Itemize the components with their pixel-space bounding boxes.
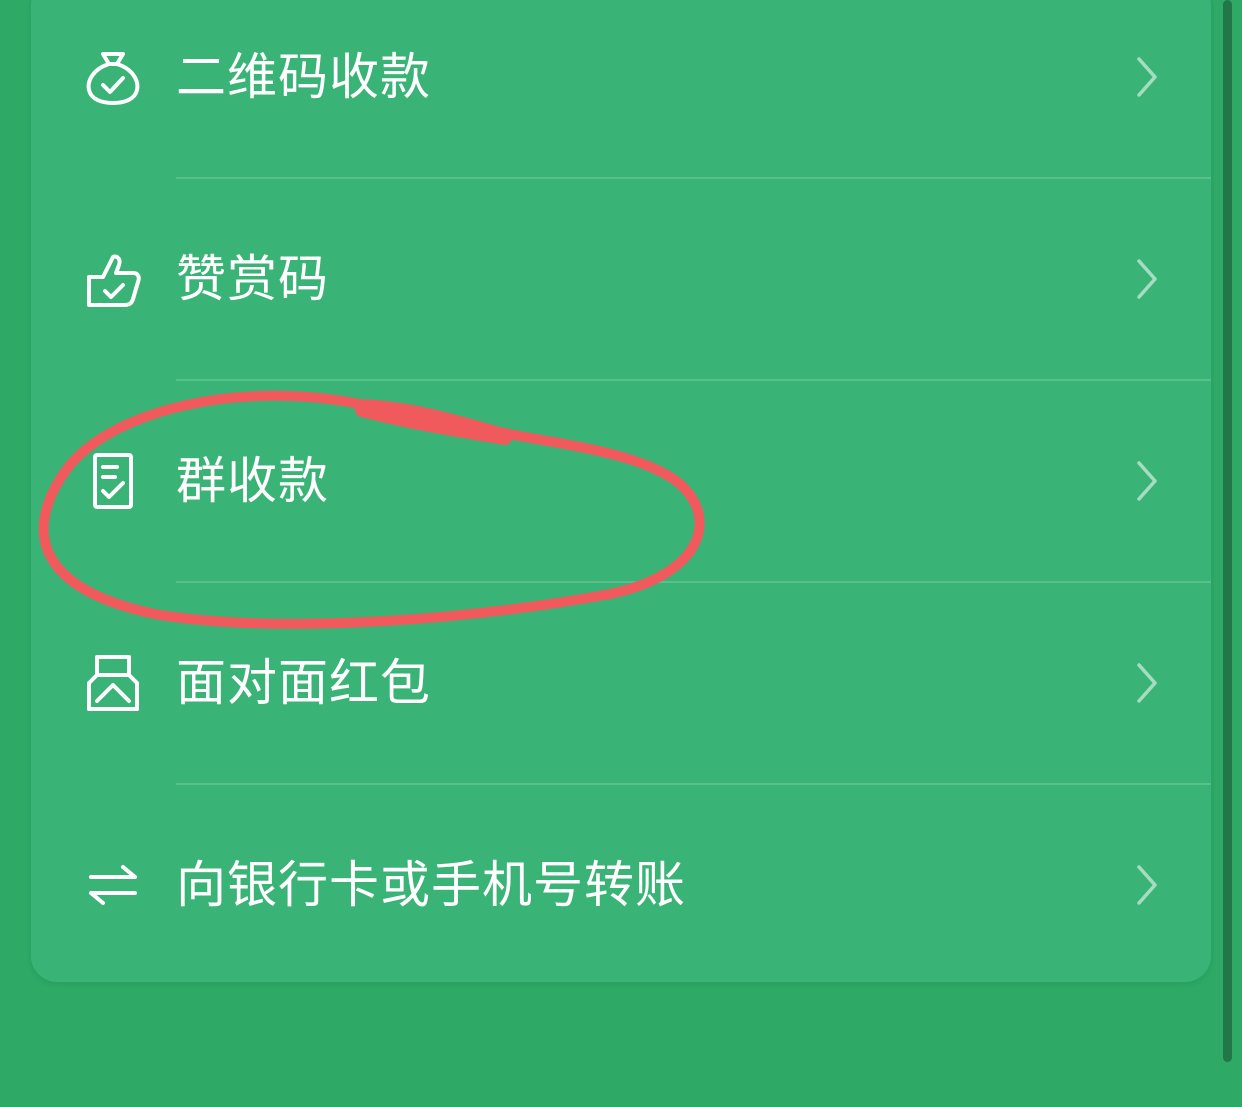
- document-check-icon: [93, 453, 133, 509]
- menu-item-bank-card-phone-transfer[interactable]: 向银行卡或手机号转账: [31, 784, 1211, 982]
- money-bag-check-icon: [86, 52, 140, 105]
- payment-menu-card: 二维码收款 赞赏码 群收款 面对面红包 向银行卡或手机号转账: [31, 0, 1211, 982]
- red-envelope-icon: [87, 655, 139, 711]
- menu-item-qr-receive[interactable]: 二维码收款: [31, 0, 1211, 182]
- chevron-right-icon: [1137, 865, 1157, 905]
- menu-item-label: 群收款: [176, 452, 329, 510]
- scrollbar[interactable]: [1223, 0, 1232, 1062]
- menu-item-face-to-face-red-packet[interactable]: 面对面红包: [31, 582, 1211, 784]
- menu-item-label: 向银行卡或手机号转账: [176, 856, 686, 914]
- chevron-right-icon: [1137, 663, 1157, 703]
- transfer-arrows-icon: [89, 865, 137, 905]
- menu-item-label: 二维码收款: [176, 48, 431, 106]
- menu-item-appreciation-code[interactable]: 赞赏码: [31, 178, 1211, 380]
- chevron-right-icon: [1137, 57, 1157, 97]
- menu-item-group-receive[interactable]: 群收款: [31, 380, 1211, 582]
- chevron-right-icon: [1137, 259, 1157, 299]
- menu-item-label: 赞赏码: [176, 250, 329, 308]
- menu-item-label: 面对面红包: [176, 654, 431, 712]
- thumbs-up-check-icon: [87, 254, 141, 307]
- chevron-right-icon: [1137, 461, 1157, 501]
